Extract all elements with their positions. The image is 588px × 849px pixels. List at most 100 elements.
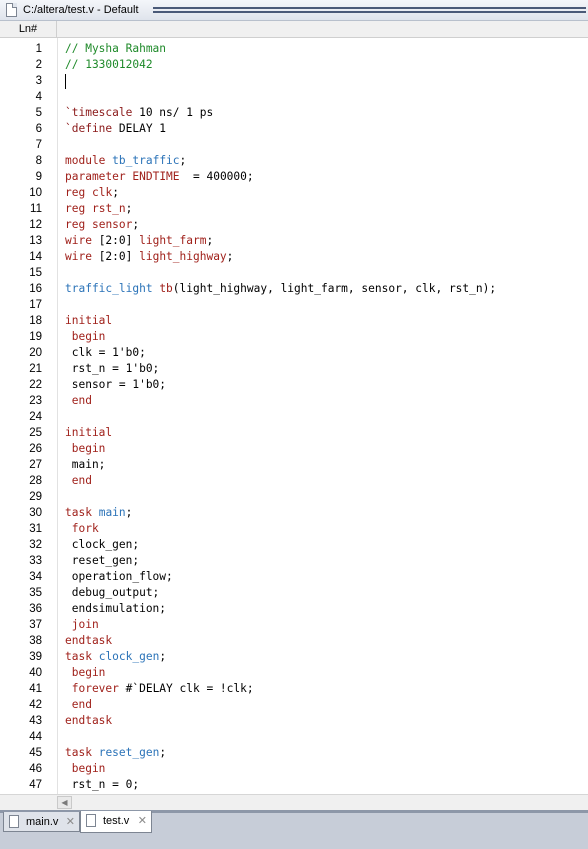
code-text: reset_gen; — [65, 553, 139, 569]
code-line[interactable]: 20 clk = 1'b0; — [0, 345, 588, 361]
code-line[interactable]: 4 — [0, 89, 588, 105]
code-line[interactable]: 24 — [0, 409, 588, 425]
code-line[interactable]: 16 traffic_light tb(light_highway, light_… — [0, 281, 588, 297]
code-line[interactable]: 5 `timescale 10 ns/ 1 ps — [0, 105, 588, 121]
line-number: 17 — [29, 299, 42, 311]
code-token: end — [65, 394, 92, 407]
line-number: 4 — [35, 91, 42, 103]
code-line[interactable]: 34 operation_flow; — [0, 569, 588, 585]
code-line[interactable]: 35 debug_output; — [0, 585, 588, 601]
code-line[interactable]: 28 end — [0, 473, 588, 489]
line-number: 24 — [29, 411, 42, 423]
line-number: 9 — [35, 171, 42, 183]
code-text: endsimulation; — [65, 601, 166, 617]
code-line[interactable]: 9 parameter ENDTIME = 400000; — [0, 169, 588, 185]
code-line[interactable]: 6 `define DELAY 1 — [0, 121, 588, 137]
code-line[interactable]: 25 initial — [0, 425, 588, 441]
code-line[interactable]: 12 reg sensor; — [0, 217, 588, 233]
code-token: initial — [65, 314, 113, 327]
code-line[interactable]: 46 begin — [0, 761, 588, 777]
code-token: tb — [159, 282, 173, 295]
code-token: endtask — [65, 714, 113, 727]
line-number: 46 — [29, 763, 42, 775]
line-number: 22 — [29, 379, 42, 391]
code-line[interactable]: 47 rst_n = 0; — [0, 777, 588, 793]
code-line[interactable]: 31 fork — [0, 521, 588, 537]
document-icon — [9, 815, 19, 828]
line-number: 23 — [29, 395, 42, 407]
code-token: reset_gen; — [65, 554, 140, 567]
code-line[interactable]: 18 initial — [0, 313, 588, 329]
code-line[interactable]: 44 — [0, 729, 588, 745]
code-line[interactable]: 13 wire [2:0] light_farm; — [0, 233, 588, 249]
code-line[interactable]: 29 — [0, 489, 588, 505]
code-token: begin — [65, 330, 106, 343]
code-line[interactable]: 3 — [0, 73, 588, 89]
code-line[interactable]: 14 wire [2:0] light_highway; — [0, 249, 588, 265]
code-line[interactable]: 17 — [0, 297, 588, 313]
code-line[interactable]: 37 join — [0, 617, 588, 633]
code-line[interactable]: 26 begin — [0, 441, 588, 457]
code-line[interactable]: 43 endtask — [0, 713, 588, 729]
line-number: 26 — [29, 443, 42, 455]
code-token: light_farm — [139, 234, 207, 247]
scroll-left-arrow-icon[interactable]: ◀ — [57, 796, 72, 809]
code-line[interactable]: 45 task reset_gen; — [0, 745, 588, 761]
code-line[interactable]: 10 reg clk; — [0, 185, 588, 201]
code-text: fork — [65, 521, 99, 537]
window-title-bar[interactable]: C:/altera/test.v - Default — [0, 0, 588, 21]
code-line[interactable]: 11 reg rst_n; — [0, 201, 588, 217]
code-line[interactable]: 40 begin — [0, 665, 588, 681]
code-line[interactable]: 38 endtask — [0, 633, 588, 649]
code-line[interactable]: 2 // 1330012042 — [0, 57, 588, 73]
code-token: reset_gen — [98, 746, 160, 759]
line-number: 14 — [29, 251, 42, 263]
code-line[interactable]: 33 reset_gen; — [0, 553, 588, 569]
code-line[interactable]: 23 end — [0, 393, 588, 409]
code-line[interactable]: 27 main; — [0, 457, 588, 473]
code-text: reg rst_n; — [65, 201, 132, 217]
code-line[interactable]: 22 sensor = 1'b0; — [0, 377, 588, 393]
line-number: 44 — [29, 731, 42, 743]
tab-test-v[interactable]: test.v ✕ — [80, 811, 152, 833]
code-token: join — [65, 618, 99, 631]
code-token: module — [65, 154, 106, 167]
code-text: begin — [65, 441, 106, 457]
code-token: ; — [132, 218, 140, 231]
code-line[interactable]: 1 // Mysha Rahman — [0, 41, 588, 57]
code-token: main; — [65, 458, 106, 471]
code-text: task clock_gen; — [65, 649, 166, 665]
code-editor[interactable]: 1// Mysha Rahman 2// 1330012042 3 4 5 `timesc… — [0, 38, 588, 794]
code-text: parameter ENDTIME = 400000; — [65, 169, 254, 185]
code-line[interactable]: 39 task clock_gen; — [0, 649, 588, 665]
code-line[interactable]: 42 end — [0, 697, 588, 713]
code-line[interactable]: 32 clock_gen; — [0, 537, 588, 553]
document-icon — [86, 814, 96, 827]
code-token: sensor — [91, 218, 133, 231]
code-line[interactable]: 21 rst_n = 1'b0; — [0, 361, 588, 377]
code-text: `define DELAY 1 — [65, 121, 166, 137]
title-bar-grip[interactable] — [153, 7, 586, 13]
code-line[interactable]: 36 endsimulation; — [0, 601, 588, 617]
code-line[interactable]: 7 — [0, 137, 588, 153]
code-token: reg — [65, 202, 86, 215]
code-line[interactable]: 19 begin — [0, 329, 588, 345]
code-token: DELAY 1 — [112, 122, 167, 135]
code-text: endtask — [65, 633, 112, 649]
tab-main-v[interactable]: main.v ✕ — [3, 812, 80, 832]
line-number: 11 — [30, 203, 42, 215]
code-token: endtask — [65, 634, 113, 647]
line-number: 43 — [29, 715, 42, 727]
line-number: 32 — [29, 539, 42, 551]
close-icon[interactable]: ✕ — [138, 812, 147, 830]
code-text: begin — [65, 761, 106, 777]
code-line[interactable]: 15 — [0, 265, 588, 281]
code-line[interactable]: 41 forever #`DELAY clk = !clk; — [0, 681, 588, 697]
horizontal-scrollbar[interactable]: ◀ — [0, 794, 588, 810]
code-line[interactable]: 30 task main; — [0, 505, 588, 521]
line-number: 30 — [29, 507, 42, 519]
line-number: 33 — [29, 555, 42, 567]
close-icon[interactable]: ✕ — [66, 813, 75, 831]
code-line[interactable]: 8 module tb_traffic; — [0, 153, 588, 169]
line-number-header: Ln# — [0, 21, 57, 37]
